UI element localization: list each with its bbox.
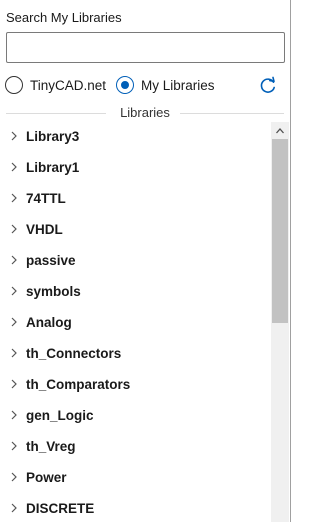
tree-item-symbols[interactable]: symbols	[0, 277, 270, 305]
radio-circle-unchecked[interactable]	[5, 76, 23, 94]
tree-item-passive[interactable]: passive	[0, 246, 270, 274]
chevron-right-icon[interactable]	[10, 130, 18, 142]
chevron-right-icon[interactable]	[10, 223, 18, 235]
chevron-right-icon[interactable]	[10, 285, 18, 297]
tree-item-th-vreg[interactable]: th_Vreg	[0, 432, 270, 460]
radio-circle-checked[interactable]	[116, 76, 134, 94]
tree-item-discrete[interactable]: DISCRETE	[0, 494, 270, 522]
chevron-right-icon[interactable]	[10, 440, 18, 452]
tree-item-label: Library1	[26, 159, 80, 175]
chevron-right-icon[interactable]	[10, 192, 18, 204]
tree-item-label: passive	[26, 252, 76, 268]
tree-item-label: gen_Logic	[26, 407, 94, 423]
chevron-right-icon[interactable]	[10, 471, 18, 483]
tree-item-library3[interactable]: Library3	[0, 122, 270, 150]
tree-item-library1[interactable]: Library1	[0, 153, 270, 181]
tree-item-analog[interactable]: Analog	[0, 308, 270, 336]
tree-item-74ttl[interactable]: 74TTL	[0, 184, 270, 212]
chevron-right-icon[interactable]	[10, 409, 18, 421]
tree-item-label: 74TTL	[26, 190, 66, 206]
tree-item-label: th_Vreg	[26, 438, 76, 454]
tree-item-label: DISCRETE	[26, 500, 95, 516]
chevron-right-icon[interactable]	[10, 254, 18, 266]
library-browser-panel: Search My Libraries TinyCAD.net My Libra…	[0, 0, 290, 522]
tree-item-power[interactable]: Power	[0, 463, 270, 491]
libraries-section-header: Libraries	[0, 103, 290, 123]
libraries-header-title: Libraries	[0, 105, 290, 120]
chevron-right-icon[interactable]	[10, 161, 18, 173]
tree-item-gen-logic[interactable]: gen_Logic	[0, 401, 270, 429]
source-selector: TinyCAD.net My Libraries	[5, 74, 285, 96]
tree-item-th-comparators[interactable]: th_Comparators	[0, 370, 270, 398]
radio-label-tinycad-net: TinyCAD.net	[30, 77, 107, 93]
refresh-icon[interactable]	[258, 76, 278, 96]
tree-item-label: th_Comparators	[26, 376, 131, 392]
tree-item-label: Analog	[26, 314, 72, 330]
vertical-scrollbar[interactable]	[271, 122, 289, 522]
chevron-up-icon[interactable]	[275, 127, 285, 135]
tree-item-label: Library3	[26, 128, 80, 144]
tree-item-th-connectors[interactable]: th_Connectors	[0, 339, 270, 367]
tree-item-label: Power	[26, 469, 67, 485]
search-input[interactable]	[6, 32, 285, 63]
chevron-right-icon[interactable]	[10, 347, 18, 359]
chevron-right-icon[interactable]	[10, 502, 18, 514]
scroll-thumb[interactable]	[272, 139, 288, 323]
tree-item-label: VHDL	[26, 221, 63, 237]
tree-item-label: th_Connectors	[26, 345, 122, 361]
panel-border	[290, 0, 291, 522]
library-tree: Library3 Library1 74TTL VHDL passive sym…	[0, 122, 270, 522]
tree-item-label: symbols	[26, 283, 81, 299]
search-label: Search My Libraries	[6, 10, 122, 25]
chevron-right-icon[interactable]	[10, 378, 18, 390]
radio-label-my-libraries: My Libraries	[141, 77, 215, 93]
scroll-up-button[interactable]	[271, 122, 289, 139]
radio-tinycad-net[interactable]: TinyCAD.net	[5, 74, 106, 96]
tree-item-vhdl[interactable]: VHDL	[0, 215, 270, 243]
chevron-right-icon[interactable]	[10, 316, 18, 328]
libraries-header-text: Libraries	[116, 105, 174, 120]
radio-my-libraries[interactable]: My Libraries	[116, 74, 215, 96]
